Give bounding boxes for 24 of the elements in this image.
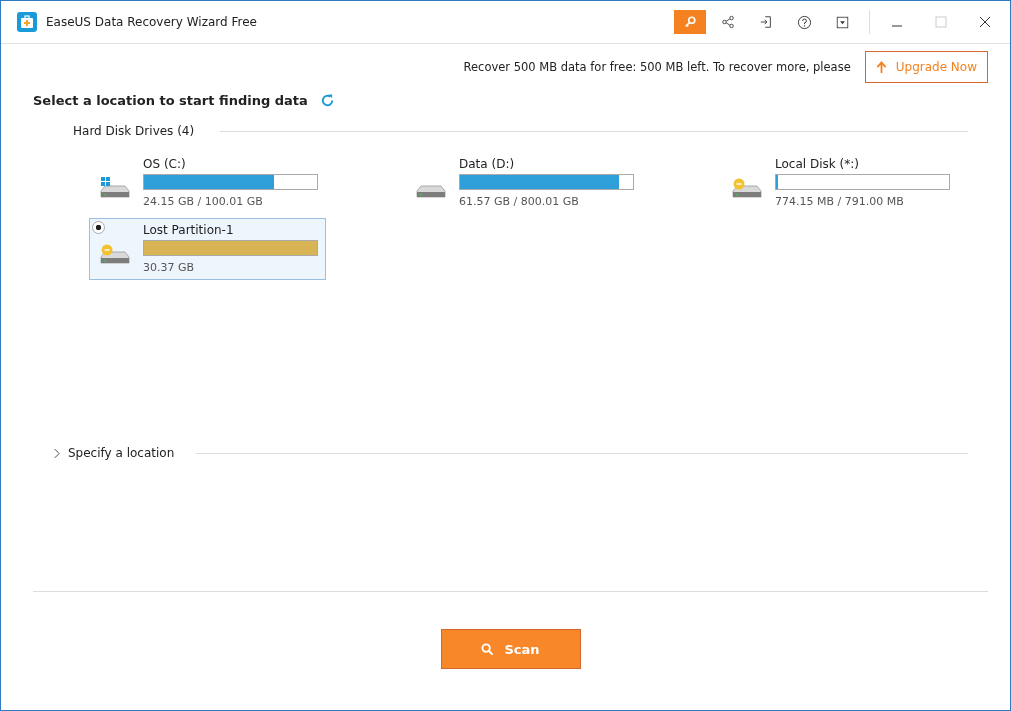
up-arrow-icon (875, 60, 887, 74)
drive-name: Local Disk (*:) (775, 156, 860, 172)
refresh-icon[interactable] (319, 93, 335, 108)
drive-size: 61.57 GB / 800.01 GB (459, 194, 580, 210)
drive-size: 774.15 MB / 791.00 MB (775, 194, 905, 210)
drive-name: OS (C:) (143, 156, 187, 172)
free-recovery-message: Recover 500 MB data for free: 500 MB left. To recover more, please (463, 60, 851, 74)
search-icon (481, 642, 495, 656)
window-title: EaseUS Data Recovery Wizard Free (46, 15, 257, 29)
drive-card[interactable]: Data (D:) 61.57 GB / 800.01 GB (405, 152, 642, 214)
group-title: Hard Disk Drives (4) (73, 124, 195, 138)
drive-card[interactable]: OS (C:) 24.15 GB / 100.01 GB (89, 152, 326, 214)
drive-name: Lost Partition-1 (143, 222, 235, 238)
drive-card[interactable]: Local Disk (*:) 774.15 MB / 791.00 MB (721, 152, 958, 214)
key-icon[interactable] (674, 10, 706, 34)
drive-card[interactable]: Lost Partition-1 30.37 GB (89, 218, 326, 280)
radio-button-icon[interactable] (92, 221, 105, 234)
drive-size: 30.37 GB (143, 260, 196, 276)
specify-location-toggle[interactable]: Specify a location (53, 446, 175, 460)
chevron-icon (53, 447, 60, 459)
drive-name: Data (D:) (459, 156, 516, 172)
drive-size: 24.15 GB / 100.01 GB (143, 194, 264, 210)
toolbox-logo-icon (17, 12, 37, 32)
section-heading: Select a location to start finding data (33, 93, 308, 108)
